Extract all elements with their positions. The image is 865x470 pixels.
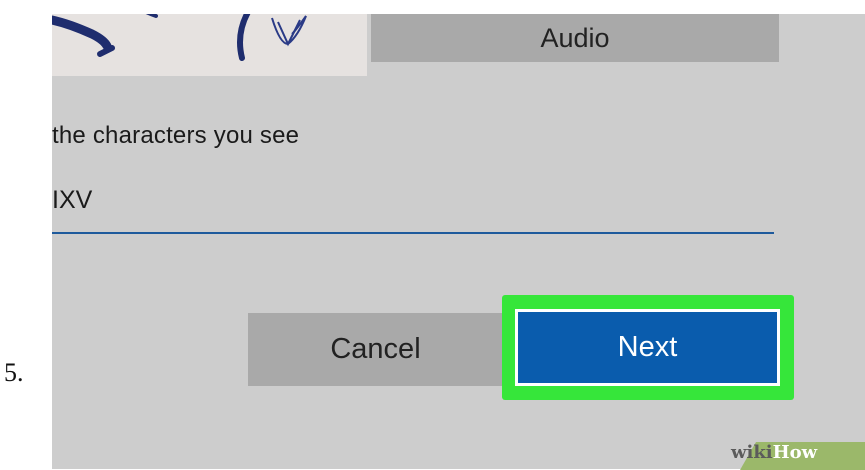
captcha-image [52,14,367,76]
captcha-dialog-screenshot: Audio the characters you see IXV Cancel … [52,14,865,469]
next-button-label: Next [617,331,678,363]
next-button[interactable]: Next [515,309,780,386]
captcha-prompt: the characters you see [52,122,300,149]
cancel-button-label: Cancel [330,333,421,365]
wikihow-watermark: wikiHow [731,442,817,463]
audio-button[interactable]: Audio [371,14,779,62]
captcha-input-value: IXV [52,186,93,214]
captcha-input[interactable]: IXV [52,182,774,234]
cancel-button[interactable]: Cancel [248,313,503,386]
watermark-wiki: wiki [731,442,773,463]
step-number: 5. [4,358,24,387]
watermark-how: How [772,442,818,463]
audio-button-label: Audio [540,22,610,53]
captcha-glyphs [52,14,307,61]
